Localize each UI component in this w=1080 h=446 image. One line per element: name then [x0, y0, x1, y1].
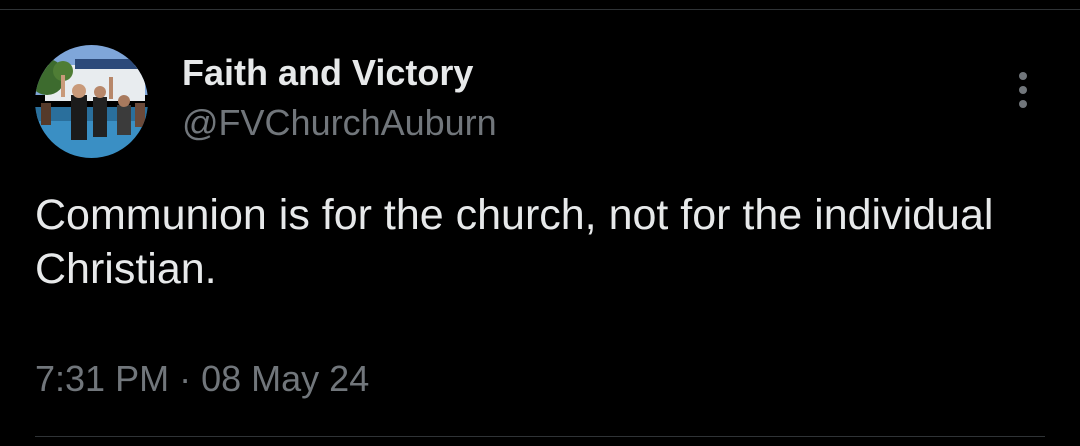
tweet-date: 08 May 24	[201, 358, 370, 399]
avatar[interactable]	[35, 45, 148, 158]
more-options-button[interactable]	[1002, 68, 1044, 112]
user-handle[interactable]: @FVChurchAuburn	[182, 101, 497, 145]
tweet-text: Communion is for the church, not for the…	[35, 191, 994, 293]
bottom-divider	[35, 436, 1045, 437]
meta-separator: ·	[179, 358, 192, 399]
top-divider	[0, 9, 1080, 10]
avatar-image	[35, 45, 148, 158]
tweet-time: 7:31 PM	[35, 358, 170, 399]
tweet-timestamp[interactable]: 7:31 PM · 08 May 24	[35, 357, 369, 401]
display-name[interactable]: Faith and Victory	[182, 51, 473, 95]
more-vertical-icon	[1019, 72, 1027, 108]
